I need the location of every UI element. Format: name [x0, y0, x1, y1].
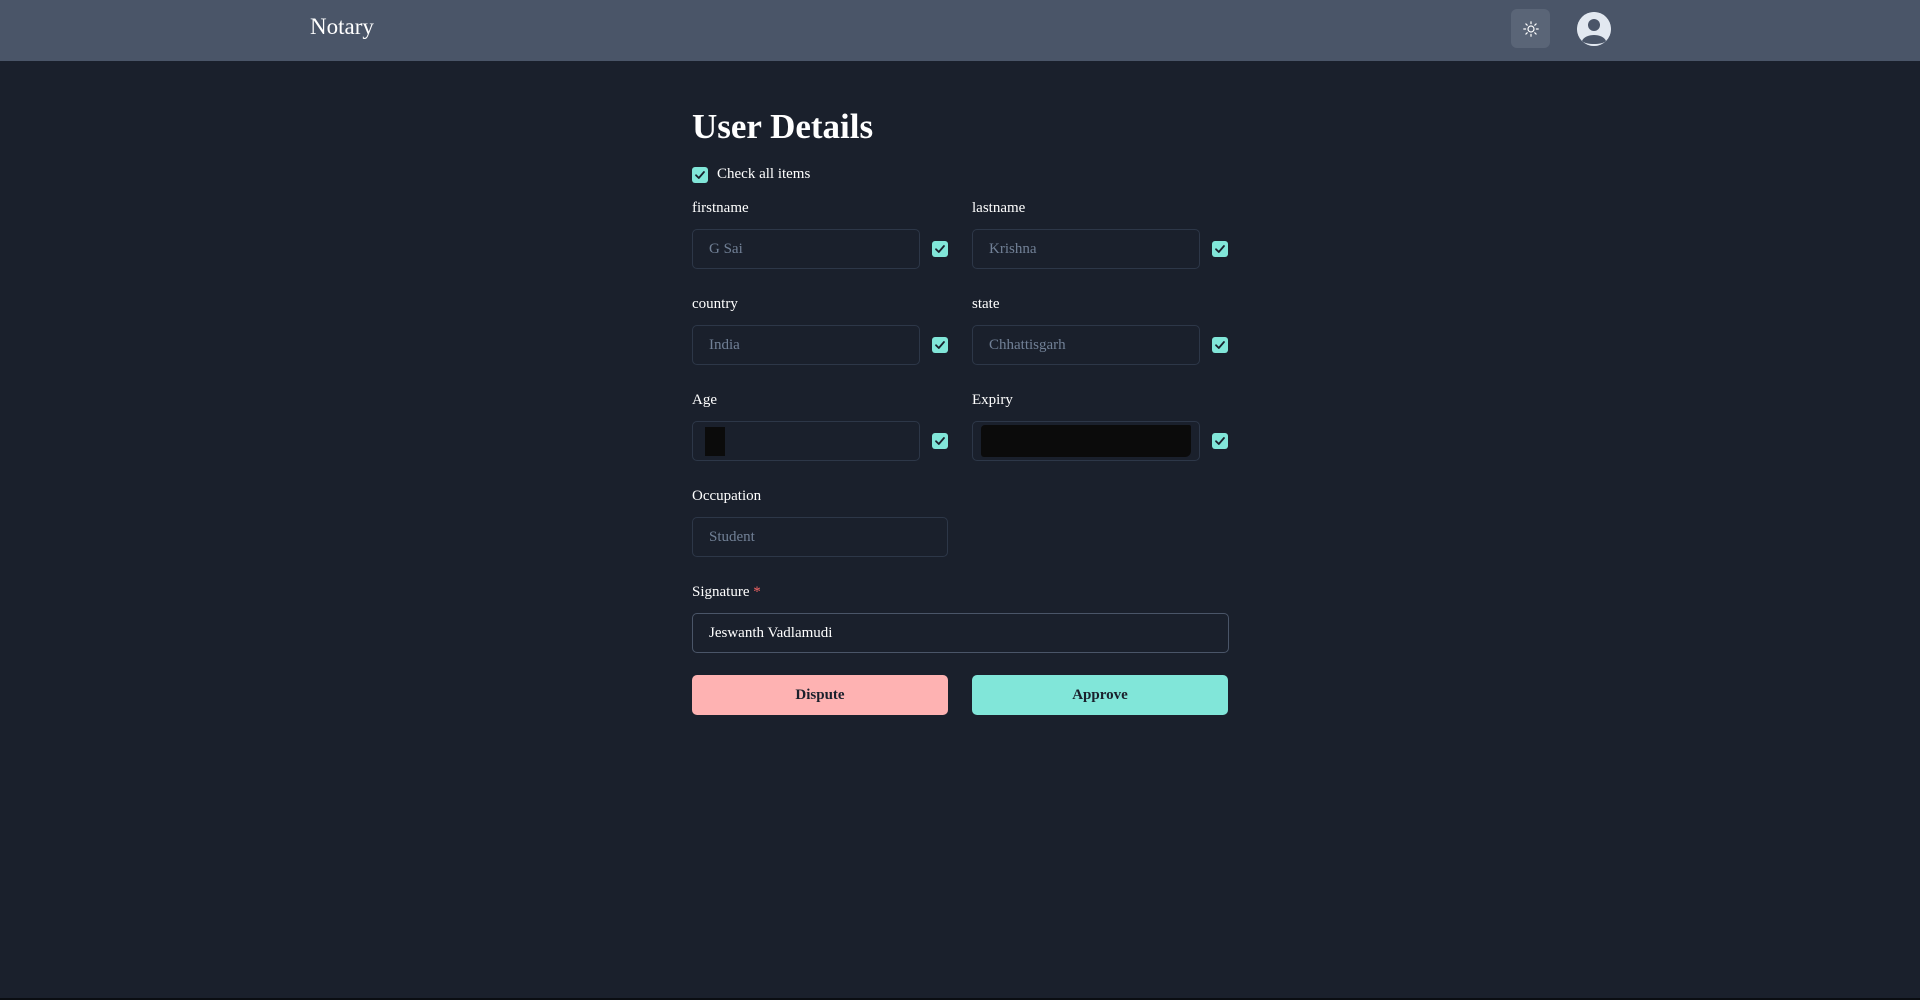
required-mark: * [753, 584, 761, 600]
age-label: Age [692, 392, 717, 408]
signature-label: Signature * [692, 582, 1229, 602]
dispute-button[interactable]: Dispute [692, 675, 948, 715]
state-input[interactable]: Chhattisgarh [972, 325, 1200, 365]
check-all-label: Check all items [717, 166, 811, 182]
field-country: country India [692, 294, 948, 365]
user-avatar-icon [1577, 12, 1611, 46]
expiry-label: Expiry [972, 392, 1013, 408]
firstname-input[interactable]: G Sai [692, 229, 920, 269]
redaction-mark [705, 427, 725, 456]
firstname-checkbox[interactable] [932, 241, 948, 257]
lastname-label: lastname [972, 200, 1026, 216]
expiry-checkbox[interactable] [1212, 433, 1228, 449]
firstname-label: firstname [692, 200, 749, 216]
field-firstname: firstname G Sai [692, 198, 948, 269]
theme-toggle-button[interactable] [1511, 9, 1550, 48]
expiry-input[interactable] [972, 421, 1200, 461]
field-age: Age [692, 390, 948, 461]
checkmark-icon [1215, 437, 1225, 445]
field-state: state Chhattisgarh [972, 294, 1228, 365]
app-brand[interactable]: Notary [310, 14, 374, 40]
check-all-items[interactable]: Check all items [692, 166, 810, 183]
country-input[interactable]: India [692, 325, 920, 365]
lastname-checkbox[interactable] [1212, 241, 1228, 257]
occupation-input[interactable]: Student [692, 517, 948, 557]
checkmark-icon [1215, 341, 1225, 349]
checkmark-icon [1215, 245, 1225, 253]
sun-icon [1522, 20, 1539, 37]
check-all-checkbox[interactable] [692, 166, 708, 183]
field-signature: Signature * Jeswanth Vadlamudi [692, 582, 1229, 653]
age-checkbox[interactable] [932, 433, 948, 449]
checkmark-icon [935, 341, 945, 349]
approve-button[interactable]: Approve [972, 675, 1228, 715]
occupation-label: Occupation [692, 488, 762, 504]
field-occupation: Occupation Student [692, 486, 948, 557]
state-checkbox[interactable] [1212, 337, 1228, 353]
country-checkbox[interactable] [932, 337, 948, 353]
redaction-mark [981, 425, 1191, 457]
user-avatar[interactable] [1577, 12, 1611, 46]
top-navbar: Notary [0, 0, 1920, 61]
lastname-input[interactable]: Krishna [972, 229, 1200, 269]
checkmark-icon [935, 245, 945, 253]
page-title: User Details [692, 107, 874, 146]
country-label: country [692, 296, 738, 312]
age-input[interactable] [692, 421, 920, 461]
field-lastname: lastname Krishna [972, 198, 1228, 269]
checkmark-icon [935, 437, 945, 445]
field-expiry: Expiry [972, 390, 1228, 461]
signature-label-text: Signature [692, 584, 750, 600]
signature-input[interactable]: Jeswanth Vadlamudi [692, 613, 1229, 653]
state-label: state [972, 296, 1000, 312]
checkmark-icon [695, 170, 705, 179]
